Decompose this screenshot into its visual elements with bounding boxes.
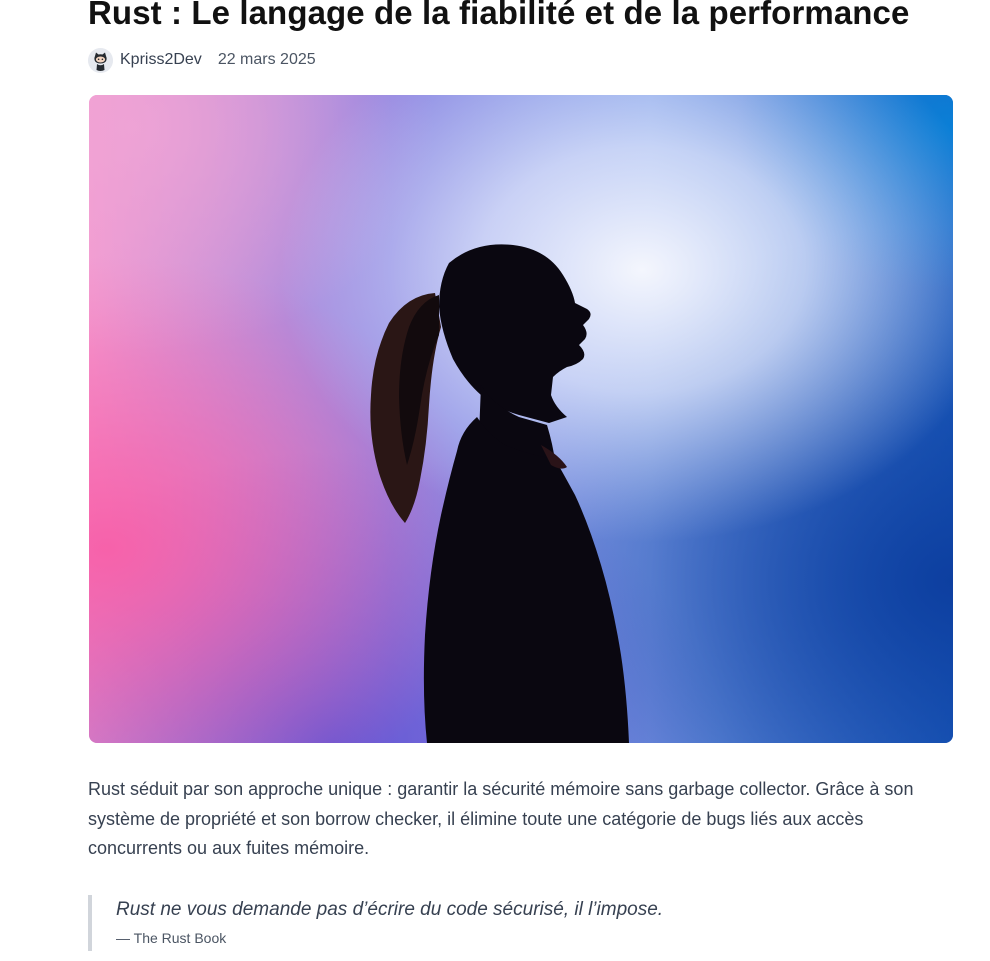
- article-title: Rust : Le langage de la fiabilité et de …: [88, 0, 910, 31]
- article-intro: Rust séduit par son approche unique : ga…: [88, 779, 914, 858]
- article-page: Rust : Le langage de la fiabilité et de …: [0, 0, 990, 961]
- publish-date: 22 mars 2025: [217, 51, 316, 68]
- author-name-link[interactable]: Kpriss2Dev: [120, 51, 202, 69]
- octocat-avatar-icon: [88, 47, 113, 73]
- author-avatar[interactable]: [88, 47, 113, 73]
- article-quote: Rust ne vous demande pas d’écrire du cod…: [88, 895, 938, 951]
- article-meta: Kpriss2Dev 22 mars 2025: [88, 46, 316, 74]
- quote-text: Rust ne vous demande pas d’écrire du cod…: [116, 899, 664, 920]
- hero-image: [89, 95, 953, 743]
- quote-citation: — The Rust Book: [116, 930, 227, 946]
- silhouette-gradient-photo: [89, 95, 953, 743]
